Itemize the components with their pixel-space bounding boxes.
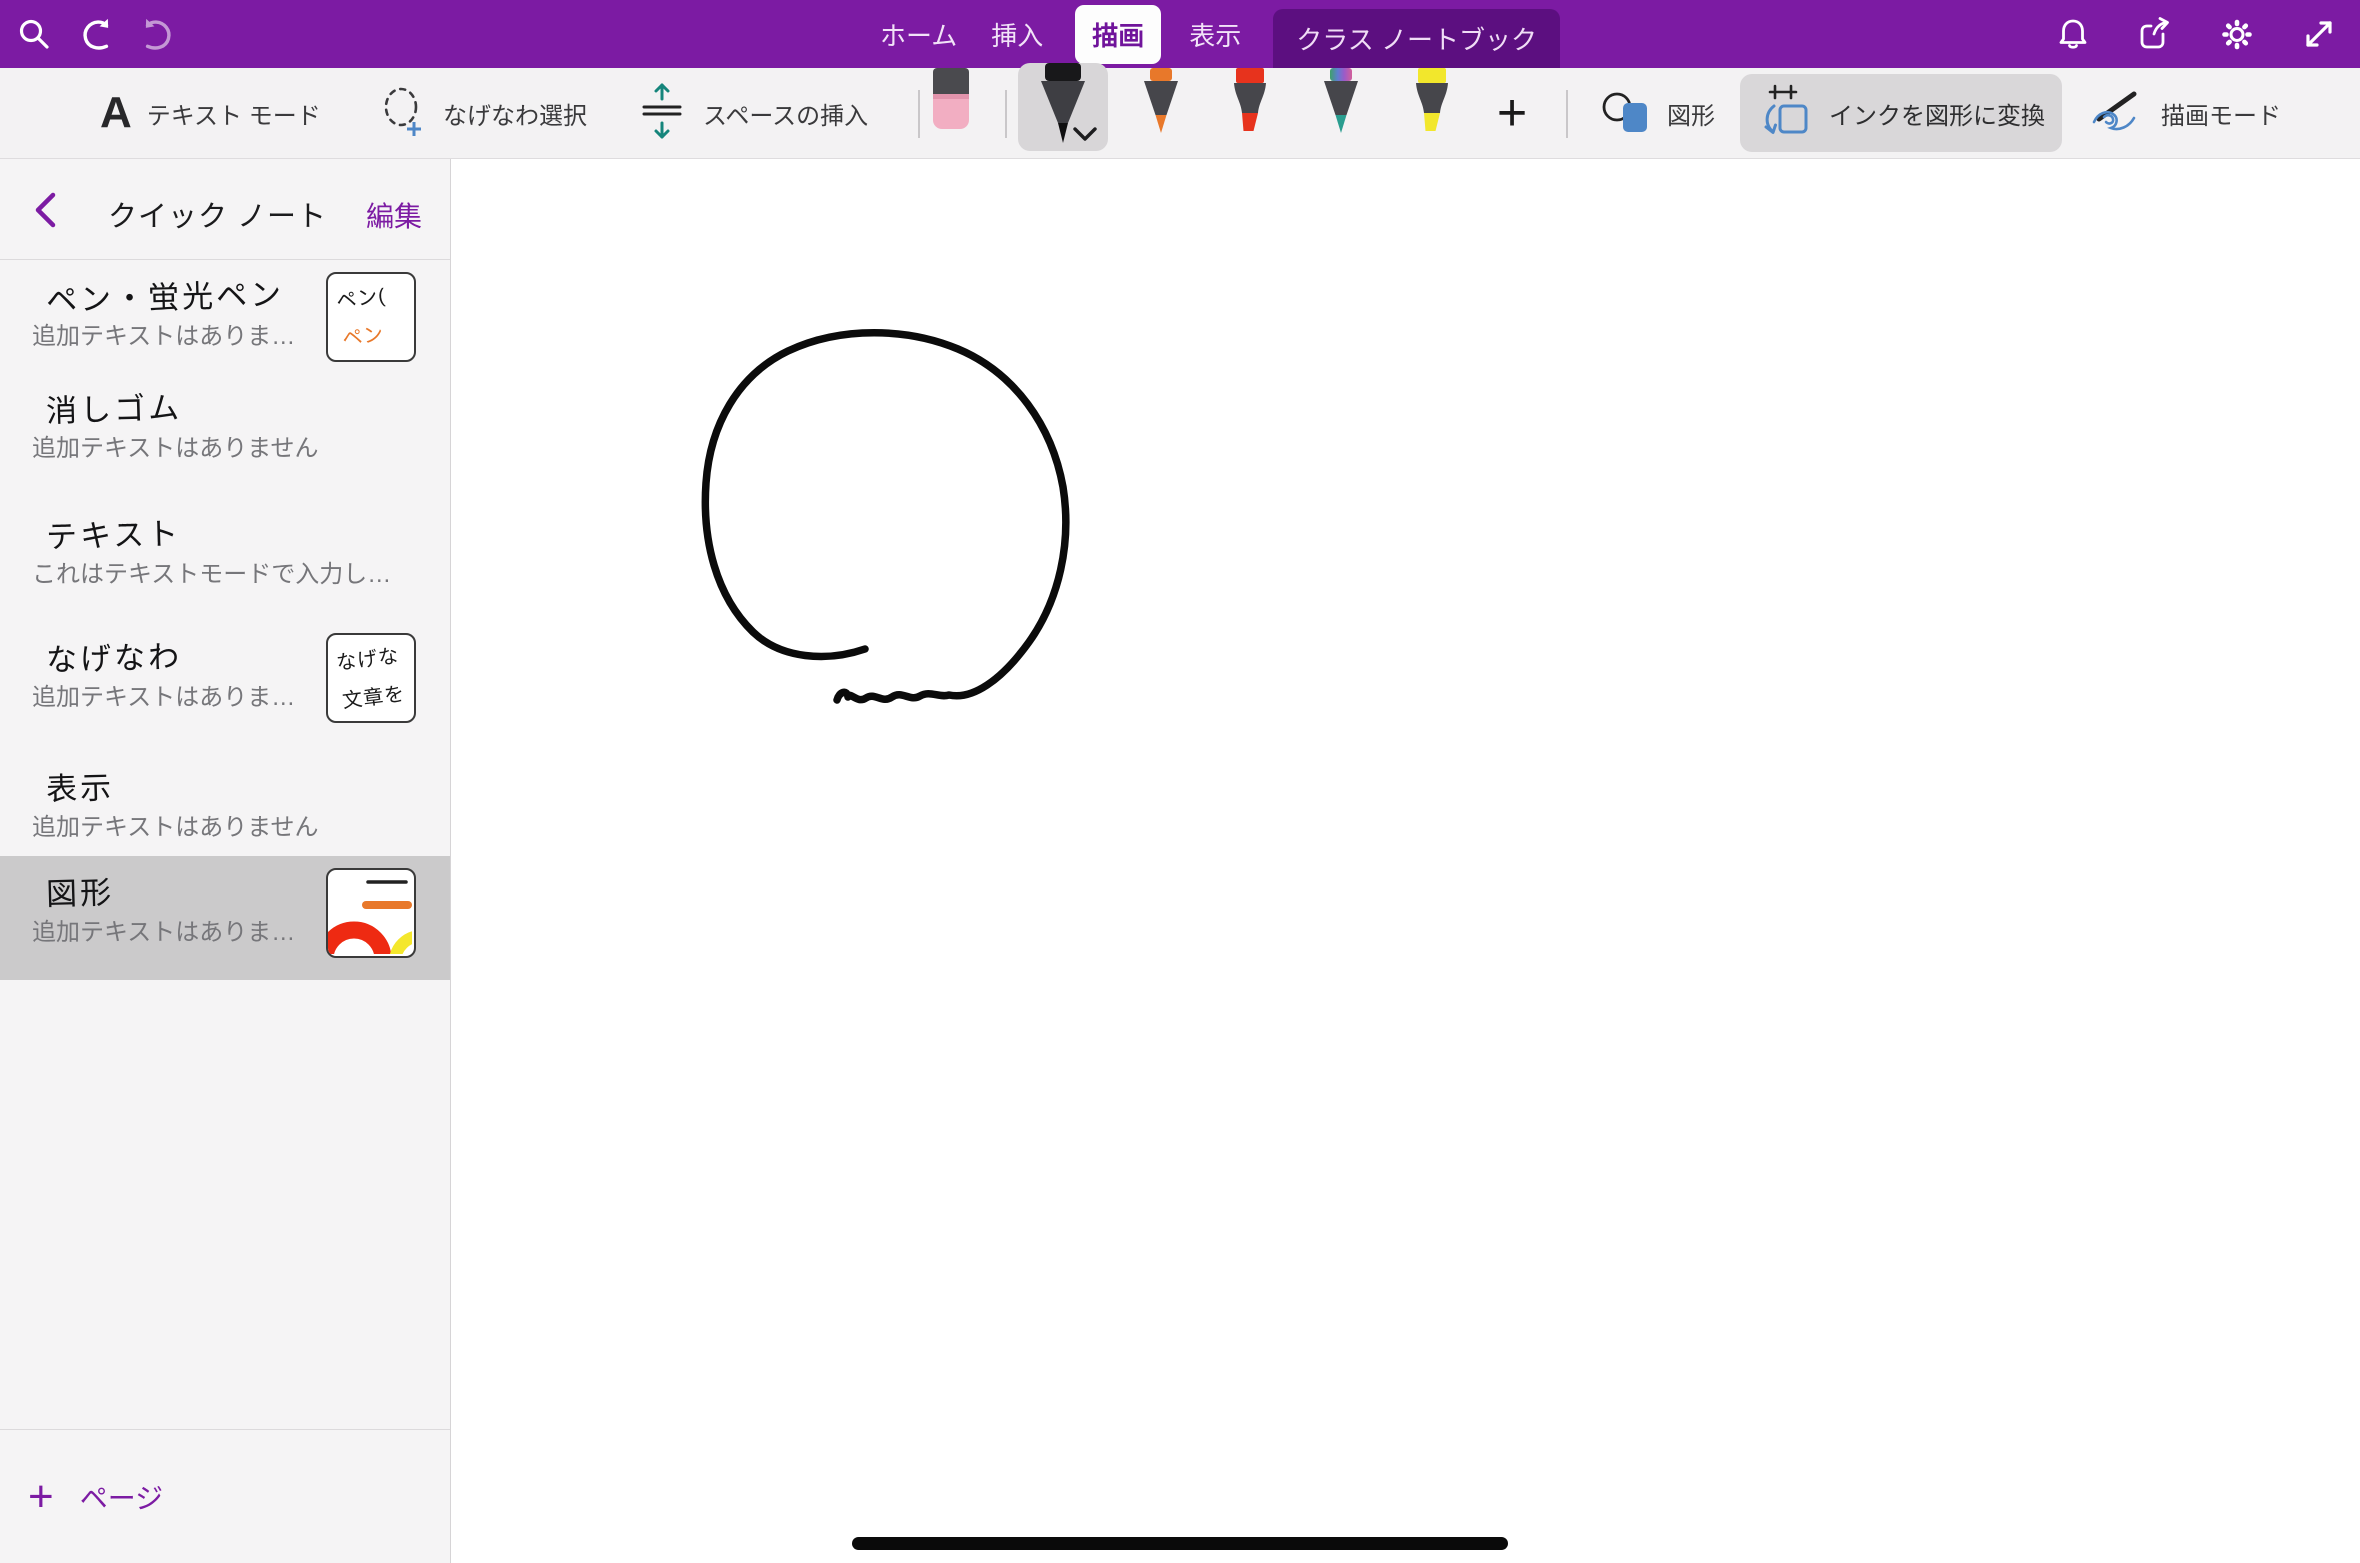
- add-page-label: ページ: [80, 1477, 163, 1517]
- shapes-label: 図形: [1667, 96, 1715, 131]
- rainbow-pen[interactable]: [1318, 68, 1364, 139]
- insert-space-label: スペースの挿入: [703, 96, 868, 131]
- page-thumbnail: なげな文章を: [326, 633, 416, 723]
- thumbnail-ink-text: ペン(: [334, 279, 387, 314]
- page-list-item-2[interactable]: 消しゴム追加テキストはありません: [0, 372, 450, 498]
- red-marker[interactable]: [1227, 68, 1273, 139]
- page-list-item-6[interactable]: 図形追加テキストはありま…: [0, 856, 450, 980]
- search-icon[interactable]: [16, 16, 52, 52]
- page-list-item-4[interactable]: なげなわ追加テキストはありま… なげな文章を: [0, 621, 450, 751]
- page-list-sidebar: クイック ノート 編集 ペン・蛍光ペン追加テキストはありま…ペン(ペン消しゴム追…: [0, 159, 451, 1563]
- page-title-handwritten: 消しゴム: [45, 382, 182, 431]
- page-subtitle: 追加テキストはありま…: [32, 912, 295, 947]
- insert-space-icon: [636, 82, 688, 145]
- notifications-bell-icon[interactable]: [2055, 16, 2091, 52]
- page-list-item-3[interactable]: テキストこれはテキストモードで入力し…: [0, 498, 450, 621]
- back-chevron-icon[interactable]: [34, 192, 56, 233]
- lasso-icon: [376, 84, 428, 143]
- ribbon-tabs: ホーム挿入描画表示クラス ノートブック: [878, 0, 1560, 68]
- undo-icon[interactable]: [78, 16, 114, 52]
- insert-space-button[interactable]: スペースの挿入: [636, 68, 868, 158]
- edit-button[interactable]: 編集: [366, 195, 422, 235]
- page-title-handwritten: 表示: [45, 762, 114, 809]
- topbar-left-icons: [16, 0, 176, 68]
- page-thumbnail: ペン( ペン: [326, 272, 416, 362]
- settings-gear-icon[interactable]: [2219, 16, 2255, 52]
- draw-mode-label: 描画モード: [2161, 96, 2281, 131]
- page-subtitle: 追加テキストはありま…: [32, 677, 295, 712]
- draw-mode-icon: [2086, 84, 2146, 143]
- page-title-handwritten: テキスト: [45, 508, 181, 557]
- share-icon[interactable]: [2137, 16, 2173, 52]
- drawing-canvas[interactable]: [451, 159, 2360, 1563]
- topbar-right-icons: [2055, 0, 2337, 68]
- page-subtitle: これはテキストモードで入力し…: [32, 554, 391, 589]
- tab-class-notebook[interactable]: クラス ノートブック: [1273, 9, 1560, 68]
- tab-draw[interactable]: 描画: [1075, 5, 1161, 64]
- toolbar-divider: [1566, 90, 1568, 138]
- lasso-label: なげなわ選択: [443, 96, 587, 131]
- draw-mode-button[interactable]: 描画モード: [2086, 68, 2281, 158]
- page-title-handwritten: ペン・蛍光ペン: [45, 269, 284, 320]
- page-subtitle: 追加テキストはありま…: [32, 316, 295, 351]
- tab-insert[interactable]: 挿入: [989, 16, 1045, 53]
- thumbnail-ink-text: ペン: [340, 318, 385, 352]
- top-app-bar: ホーム挿入描画表示クラス ノートブック: [0, 0, 2360, 68]
- fullscreen-icon[interactable]: [2301, 16, 2337, 52]
- page-list-item-5[interactable]: 表示追加テキストはありません: [0, 751, 450, 856]
- yellow-marker[interactable]: [1409, 68, 1455, 139]
- text-mode-button[interactable]: A テキスト モード: [100, 68, 321, 158]
- page-thumbnail: [326, 868, 416, 958]
- text-mode-icon: A: [100, 91, 132, 135]
- plus-icon: +: [28, 1475, 54, 1519]
- toolbar-divider: [918, 90, 920, 138]
- lasso-select-button[interactable]: なげなわ選択: [376, 68, 587, 158]
- shapes-button[interactable]: 図形: [1598, 68, 1715, 158]
- add-page-button[interactable]: + ページ: [0, 1429, 450, 1563]
- ink-stroke-circle: [451, 159, 2360, 1563]
- page-list-item-1[interactable]: ペン・蛍光ペン追加テキストはありま… ペン( ペン: [0, 260, 450, 372]
- thumbnail-ink-text: なげな: [334, 639, 400, 675]
- draw-ribbon-toolbar: A テキスト モード なげなわ選択 スペースの挿入: [0, 68, 2360, 159]
- page-list: ペン・蛍光ペン追加テキストはありま…ペン(ペン消しゴム追加テキストはありませんテ…: [0, 260, 450, 980]
- eraser-tool[interactable]: [930, 68, 972, 135]
- orange-pen[interactable]: [1138, 68, 1184, 139]
- section-title: クイック ノート: [108, 193, 327, 235]
- sidebar-header: クイック ノート 編集: [0, 159, 450, 260]
- thumbnail-ink-text: 文章を: [340, 677, 406, 713]
- home-indicator-bar[interactable]: [852, 1537, 1508, 1550]
- ink-to-shape-button[interactable]: インクを図形に変換: [1740, 74, 2062, 152]
- add-pen-button[interactable]: +: [1486, 68, 1538, 158]
- shapes-icon: [1598, 86, 1652, 141]
- tab-view[interactable]: 表示: [1187, 16, 1243, 53]
- ink-to-shape-icon: [1758, 82, 1814, 145]
- page-subtitle: 追加テキストはありません: [32, 807, 319, 842]
- redo-icon[interactable]: [140, 16, 176, 52]
- chevron-down-icon[interactable]: [1073, 127, 1097, 146]
- toolbar-divider: [1005, 90, 1007, 138]
- page-title-handwritten: なげなわ: [45, 631, 182, 680]
- tab-home[interactable]: ホーム: [878, 16, 959, 53]
- text-mode-label: テキスト モード: [147, 96, 321, 131]
- ink-to-shape-label: インクを図形に変換: [1829, 96, 2045, 131]
- page-subtitle: 追加テキストはありません: [32, 428, 319, 463]
- page-title-handwritten: 図形: [45, 867, 114, 914]
- selected-pen-black[interactable]: [1018, 63, 1108, 151]
